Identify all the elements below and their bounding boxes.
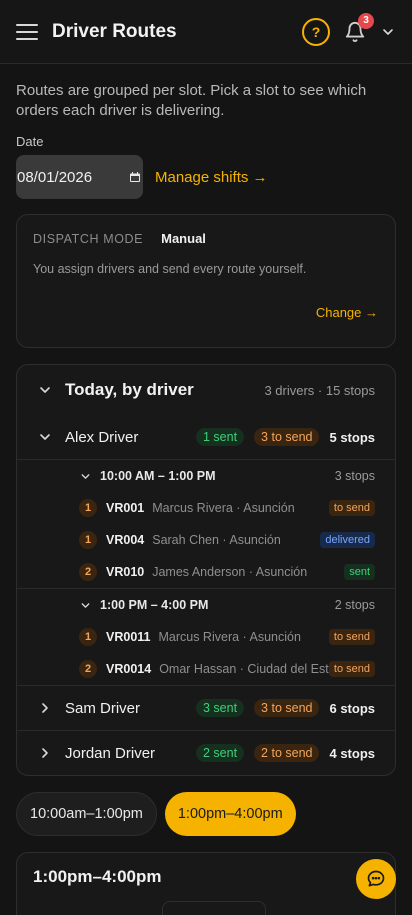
order-row[interactable]: 1 VR001 Marcus Rivera · Asunción to send [17,492,395,524]
order-id: VR004 [106,533,145,547]
slot-header[interactable]: 10:00 AM – 1:00 PM 3 stops [17,460,395,492]
today-meta: 3 drivers · 15 stops [264,382,375,398]
slot-stop-count: 3 stops [334,469,375,483]
chevron-down-icon [40,434,50,440]
selected-slot-title: 1:00pm–4:00pm [33,867,162,886]
chat-button[interactable] [356,859,396,899]
today-by-driver-card: Today, by driver 3 drivers · 15 stops Al… [16,364,396,776]
order-id: VR0014 [106,662,152,676]
manage-shifts-link[interactable]: Manage shifts → [155,169,268,186]
stop-number: 2 [79,660,97,678]
status-badge: to send [328,661,375,677]
order-row[interactable]: 2 VR010 James Anderson · Asunción sent [17,556,395,588]
calendar-icon[interactable] [129,171,141,183]
notification-badge: 3 [358,12,374,29]
driver-name: Alex Driver [65,428,139,446]
change-dispatch-link[interactable]: Change → [316,305,378,320]
stops-count: 6 stops [329,700,375,716]
stop-number: 2 [79,563,97,581]
dispatch-mode-label: DISPATCH MODE [33,231,144,246]
order-id: VR001 [106,501,145,515]
driver-row[interactable]: Alex Driver 1 sent 3 to send 5 stops [17,415,395,459]
slot-stop-count: 2 stops [334,598,375,612]
slot-time: 1:00 PM – 4:00 PM [100,598,209,612]
dispatch-mode-value: Manual [161,231,206,246]
driver-name: Jordan Driver [65,744,156,762]
chat-icon [367,870,385,887]
dispatch-mode-card: DISPATCH MODE Manual You assign drivers … [16,214,396,348]
today-title: Today, by driver [65,380,194,399]
slot-picker: 10:00am–1:00pm 1:00pm–4:00pm [16,792,396,836]
chevron-down-icon [81,473,90,479]
slot-chip-afternoon[interactable]: 1:00pm–4:00pm [164,792,296,836]
status-badge: to send [328,500,375,516]
page-title: Driver Routes [52,20,177,42]
slot-chip-morning[interactable]: 10:00am–1:00pm [16,792,157,836]
stop-number: 1 [79,628,97,646]
chevron-down-icon[interactable] [380,24,396,40]
order-id: VR0011 [106,630,151,644]
to-send-badge: 3 to send [254,699,320,717]
status-badge: sent [344,564,375,580]
order-row[interactable]: 1 VR0011 Marcus Rivera · Asunción to sen… [17,621,395,653]
app-header: Driver Routes ? 3 [0,0,412,64]
slot-card-control[interactable] [162,901,266,915]
date-input[interactable]: 08/01/2026 [16,155,143,199]
driver-row[interactable]: Sam Driver 3 sent 3 to send 6 stops [17,686,395,730]
stops-count: 5 stops [329,429,375,445]
chevron-right-icon [42,703,48,713]
order-row[interactable]: 2 VR0014 Omar Hassan · Ciudad del Este t… [17,653,395,685]
notifications-button[interactable]: 3 [344,12,374,43]
chevron-right-icon [42,748,48,758]
sent-badge: 3 sent [195,699,245,717]
slot-header[interactable]: 1:00 PM – 4:00 PM 2 stops [17,589,395,621]
to-send-badge: 3 to send [254,428,320,446]
date-label: Date [16,134,44,149]
order-id: VR010 [106,565,145,579]
chevron-down-icon [40,387,50,393]
date-value: 08/01/2026 [17,168,93,186]
driver-name: Sam Driver [65,699,141,717]
help-icon[interactable]: ? [302,17,330,46]
order-customer: Omar Hassan · Ciudad del Este [159,662,329,676]
order-customer: Marcus Rivera · Asunción [152,501,295,515]
slot-time: 10:00 AM – 1:00 PM [100,469,216,483]
stop-number: 1 [79,531,97,549]
menu-icon[interactable] [16,23,38,40]
selected-slot-card: 1:00pm–4:00pm [16,852,396,915]
chevron-down-icon [81,602,90,608]
driver-row[interactable]: Jordan Driver 2 sent 2 to send 4 stops [17,731,395,775]
order-customer: James Anderson · Asunción [152,565,308,579]
sent-badge: 1 sent [195,428,245,446]
dispatch-mode-description: You assign drivers and send every route … [33,262,307,276]
status-badge: to send [328,629,375,645]
order-customer: Marcus Rivera · Asunción [158,630,301,644]
to-send-badge: 2 to send [254,744,320,762]
today-section-header[interactable]: Today, by driver 3 drivers · 15 stops [17,365,395,415]
stops-count: 4 stops [329,745,375,761]
status-badge: delivered [320,532,375,548]
order-customer: Sarah Chen · Asunción [152,533,281,547]
sent-badge: 2 sent [195,744,245,762]
order-row[interactable]: 1 VR004 Sarah Chen · Asunción delivered [17,524,395,556]
stop-number: 1 [79,499,97,517]
intro-text: Routes are grouped per slot. Pick a slot… [16,82,367,119]
